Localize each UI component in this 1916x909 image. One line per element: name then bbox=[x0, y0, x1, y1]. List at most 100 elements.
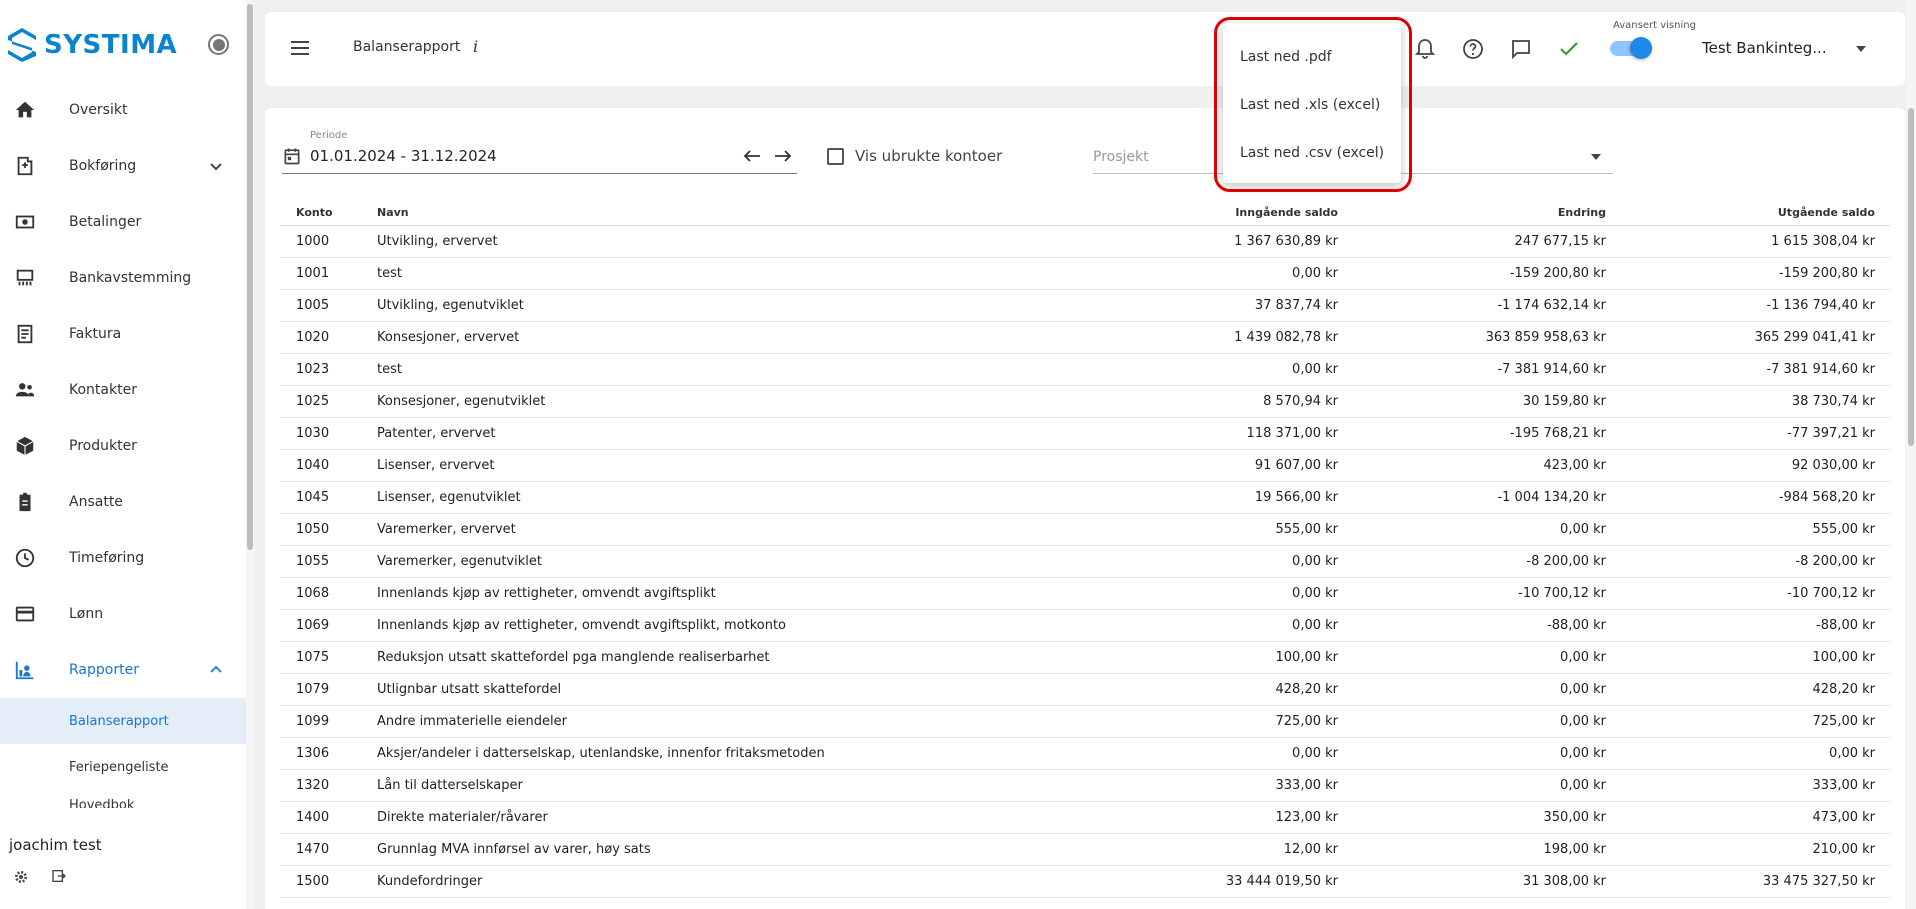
table-row[interactable]: 1069 Innenlands kjøp av rettigheter, omve… bbox=[280, 610, 1890, 642]
sidebar-item-produkter[interactable]: Produkter bbox=[0, 418, 246, 474]
sidebar-item-bankavstemming[interactable]: Bankavstemming bbox=[0, 250, 246, 306]
menu-icon[interactable] bbox=[290, 40, 310, 56]
advanced-view-toggle[interactable] bbox=[1610, 37, 1652, 59]
sidebar-subitem-label: Hovedbok bbox=[69, 798, 135, 808]
table-row[interactable]: 1306 Aksjer/andeler i datterselskap, uten… bbox=[280, 738, 1890, 770]
sidebar-subitem-label: Balanserapport bbox=[69, 713, 169, 729]
unused-accounts-label[interactable]: Vis ubrukte kontoer bbox=[855, 147, 1002, 165]
logo[interactable]: SYSTIMA bbox=[6, 26, 177, 64]
unused-accounts-checkbox[interactable] bbox=[827, 148, 844, 165]
table-row[interactable]: 1050 Varemerker, ervervet 555,00 kr 0,00 kr… bbox=[280, 514, 1890, 546]
sidebar-item-rapporter[interactable]: Rapporter bbox=[0, 642, 246, 698]
table-row[interactable]: 1075 Reduksjon utsatt skattefordel pga ma… bbox=[280, 642, 1890, 674]
cell-navn: Patenter, ervervet bbox=[377, 426, 496, 441]
table-row[interactable]: 1500 Kundefordringer 33 444 019,50 kr 31 30… bbox=[280, 866, 1890, 898]
check-icon[interactable] bbox=[1557, 37, 1581, 61]
advanced-view-label: Avansert visning bbox=[1613, 20, 1696, 31]
cell-navn: test bbox=[377, 362, 402, 377]
column-header-utgaende[interactable]: Utgående saldo bbox=[1778, 206, 1875, 219]
sidebar-scrollbar-thumb[interactable] bbox=[247, 4, 253, 550]
cell-endring: 350,00 kr bbox=[1543, 810, 1607, 825]
company-selector[interactable]: Test Bankinteg... bbox=[1702, 39, 1827, 57]
cell-inngaende: 0,00 kr bbox=[1292, 554, 1338, 569]
cell-endring: 363 859 958,63 kr bbox=[1485, 330, 1606, 345]
column-header-navn[interactable]: Navn bbox=[377, 206, 409, 219]
project-select[interactable]: Prosjekt bbox=[1093, 149, 1149, 165]
table-row[interactable]: 1055 Varemerker, egenutviklet 0,00 kr -8 20… bbox=[280, 546, 1890, 578]
cell-inngaende: 428,20 kr bbox=[1275, 682, 1339, 697]
table-row[interactable]: 1045 Lisenser, egenutviklet 19 566,00 kr -1… bbox=[280, 482, 1890, 514]
period-underline bbox=[282, 173, 797, 174]
table-row[interactable]: 1030 Patenter, ervervet 118 371,00 kr -195 … bbox=[280, 418, 1890, 450]
cell-inngaende: 0,00 kr bbox=[1292, 266, 1338, 281]
sidebar-item-betalinger[interactable]: Betalinger bbox=[0, 194, 246, 250]
download-csv-option[interactable]: Last ned .csv (excel) bbox=[1223, 129, 1401, 177]
chevron-up-icon[interactable] bbox=[208, 662, 224, 678]
caret-down-icon[interactable] bbox=[1590, 153, 1602, 161]
home-icon bbox=[12, 97, 38, 123]
arrow-right-icon[interactable] bbox=[774, 148, 792, 164]
help-icon[interactable] bbox=[1461, 37, 1485, 61]
cell-navn: Kundefordringer bbox=[377, 874, 483, 889]
sidebar-item-timeforing[interactable]: Timeføring bbox=[0, 530, 246, 586]
brand-name: SYSTIMA bbox=[44, 30, 178, 60]
download-xls-option[interactable]: Last ned .xls (excel) bbox=[1223, 81, 1401, 129]
main-scrollbar-thumb[interactable] bbox=[1908, 108, 1914, 446]
period-input[interactable]: 01.01.2024 - 31.12.2024 bbox=[310, 147, 497, 165]
table-row[interactable]: 1020 Konsesjoner, ervervet 1 439 082,78 kr… bbox=[280, 322, 1890, 354]
table-row[interactable]: 1320 Lån til datterselskaper 333,00 kr 0,00… bbox=[280, 770, 1890, 802]
table-row[interactable]: 1001 test 0,00 kr -159 200,80 kr -159 200,80… bbox=[280, 258, 1890, 290]
sidebar-subitem-hovedbok[interactable]: Hovedbok bbox=[0, 790, 246, 808]
sidebar-item-lonn[interactable]: Lønn bbox=[0, 586, 246, 642]
table-row[interactable]: 1025 Konsesjoner, egenutviklet 8 570,94 kr… bbox=[280, 386, 1890, 418]
column-header-inngaende[interactable]: Inngående saldo bbox=[1235, 206, 1338, 219]
cell-utgaende: -984 568,20 kr bbox=[1778, 490, 1875, 505]
cell-endring: 0,00 kr bbox=[1560, 650, 1606, 665]
sidebar-subitem-feriepengeliste[interactable]: Feriepengeliste bbox=[0, 744, 246, 790]
cell-konto: 1050 bbox=[296, 522, 330, 537]
sidebar-item-bokforing[interactable]: Bokføring bbox=[0, 138, 246, 194]
cell-navn: Varemerker, egenutviklet bbox=[377, 554, 542, 569]
table-row[interactable]: 1005 Utvikling, egenutviklet 37 837,74 kr -… bbox=[280, 290, 1890, 322]
table-row[interactable]: 1023 test 0,00 kr -7 381 914,60 kr -7 381 91… bbox=[280, 354, 1890, 386]
download-pdf-option[interactable]: Last ned .pdf bbox=[1223, 33, 1401, 81]
table-row[interactable]: 1470 Grunnlag MVA innførsel av varer, høy… bbox=[280, 834, 1890, 866]
column-header-konto[interactable]: Konto bbox=[296, 206, 333, 219]
table-row[interactable]: 1400 Direkte materialer/råvarer 123,00 kr 3… bbox=[280, 802, 1890, 834]
sidebar-item-oversikt[interactable]: Oversikt bbox=[0, 82, 246, 138]
cell-inngaende: 725,00 kr bbox=[1275, 714, 1339, 729]
cell-navn: Reduksjon utsatt skattefordel pga mangle… bbox=[377, 650, 770, 665]
caret-down-icon[interactable] bbox=[1855, 44, 1867, 54]
cell-endring: -1 174 632,14 kr bbox=[1497, 298, 1606, 313]
cell-endring: 0,00 kr bbox=[1560, 746, 1606, 761]
table-row[interactable]: 1040 Lisenser, ervervet 91 607,00 kr 423,00… bbox=[280, 450, 1890, 482]
chevron-down-icon[interactable] bbox=[208, 158, 224, 174]
cell-inngaende: 1 367 630,89 kr bbox=[1234, 234, 1338, 249]
cell-inngaende: 0,00 kr bbox=[1292, 362, 1338, 377]
status-indicator-icon[interactable] bbox=[208, 34, 229, 55]
cell-utgaende: 333,00 kr bbox=[1812, 778, 1876, 793]
table-row[interactable]: 1079 Utlignbar utsatt skattefordel 428,20 … bbox=[280, 674, 1890, 706]
table-row[interactable]: 1000 Utvikling, ervervet 1 367 630,89 kr 24… bbox=[280, 226, 1890, 258]
sidebar-item-faktura[interactable]: Faktura bbox=[0, 306, 246, 362]
table-row[interactable]: 1099 Andre immaterielle eiendeler 725,00 k… bbox=[280, 706, 1890, 738]
clock-icon bbox=[12, 545, 38, 571]
calendar-icon[interactable] bbox=[282, 146, 302, 166]
sidebar-subitem-balanserapport[interactable]: Balanserapport bbox=[0, 698, 246, 744]
info-icon[interactable]: i bbox=[473, 37, 478, 56]
cell-navn: Direkte materialer/råvarer bbox=[377, 810, 548, 825]
arrow-left-icon[interactable] bbox=[743, 148, 761, 164]
cell-navn: Lån til datterselskaper bbox=[377, 778, 523, 793]
sidebar-scrollbar[interactable] bbox=[246, 0, 254, 909]
sidebar-item-kontakter[interactable]: Kontakter bbox=[0, 362, 246, 418]
bell-icon[interactable] bbox=[1413, 37, 1437, 61]
chat-icon[interactable] bbox=[1509, 37, 1533, 61]
table-row[interactable]: 1068 Innenlands kjøp av rettigheter, omve… bbox=[280, 578, 1890, 610]
cell-utgaende: 473,00 kr bbox=[1812, 810, 1876, 825]
sidebar-item-ansatte[interactable]: Ansatte bbox=[0, 474, 246, 530]
sidebar-item-label: Bankavstemming bbox=[69, 270, 192, 286]
logout-icon[interactable] bbox=[51, 868, 67, 884]
gear-icon[interactable] bbox=[13, 869, 29, 885]
main-scrollbar[interactable] bbox=[1906, 0, 1916, 909]
column-header-endring[interactable]: Endring bbox=[1558, 206, 1606, 219]
